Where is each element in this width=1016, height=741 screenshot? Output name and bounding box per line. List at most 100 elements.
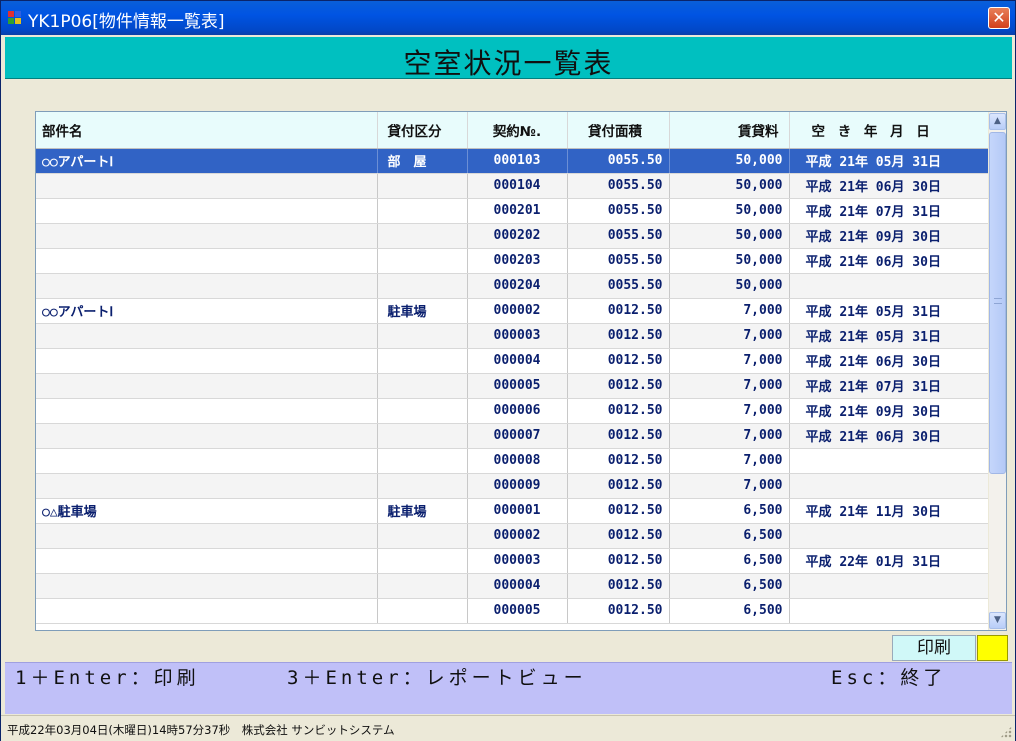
table-row[interactable]: 000204 0055.50 50,000 <box>36 273 989 299</box>
cell-area[interactable]: 0012.50 <box>567 423 670 449</box>
cell-property-name[interactable] <box>36 423 378 449</box>
table-row[interactable]: 000009 0012.50 7,000 <box>36 473 989 499</box>
cell-vacant-date[interactable]: 平成 21年 06月 30日 <box>789 348 989 374</box>
key-exit[interactable]: Esc：終了 <box>831 663 946 690</box>
column-header-area[interactable]: 貸付面積 <box>567 112 670 149</box>
cell-area[interactable]: 0012.50 <box>567 523 670 549</box>
cell-property-name[interactable] <box>36 223 378 249</box>
cell-vacant-date[interactable]: 平成 21年 06月 30日 <box>789 248 989 274</box>
table-row[interactable]: 000005 0012.50 6,500 <box>36 598 989 624</box>
cell-property-name[interactable] <box>36 273 378 299</box>
cell-rent[interactable]: 6,500 <box>669 498 790 524</box>
cell-contract-no[interactable]: 000005 <box>467 373 568 399</box>
cell-vacant-date[interactable] <box>789 273 989 299</box>
cell-property-name[interactable] <box>36 198 378 224</box>
cell-type[interactable] <box>377 198 468 224</box>
cell-type[interactable] <box>377 373 468 399</box>
cell-contract-no[interactable]: 000003 <box>467 323 568 349</box>
cell-contract-no[interactable]: 000201 <box>467 198 568 224</box>
scroll-up-icon[interactable]: ▲ <box>989 113 1006 130</box>
cell-rent[interactable]: 50,000 <box>669 148 790 174</box>
vertical-scrollbar[interactable]: ▲ ▼ <box>988 112 1006 630</box>
table-row[interactable]: 000004 0012.50 6,500 <box>36 573 989 599</box>
cell-rent[interactable]: 7,000 <box>669 323 790 349</box>
table-row[interactable]: 000104 0055.50 50,000 平成 21年 06月 30日 <box>36 173 989 199</box>
cell-property-name[interactable] <box>36 473 378 499</box>
cell-type[interactable] <box>377 473 468 499</box>
table-row[interactable]: 000003 0012.50 6,500 平成 22年 01月 31日 <box>36 548 989 574</box>
resize-grip-icon[interactable] <box>1000 726 1012 738</box>
cell-vacant-date[interactable] <box>789 573 989 599</box>
cell-area[interactable]: 0055.50 <box>567 198 670 224</box>
cell-contract-no[interactable]: 000103 <box>467 148 568 174</box>
cell-property-name[interactable] <box>36 523 378 549</box>
key-report-view[interactable]: 3＋Enter：レポートビュー <box>287 663 587 690</box>
cell-rent[interactable]: 6,500 <box>669 573 790 599</box>
cell-vacant-date[interactable]: 平成 21年 05月 31日 <box>789 148 989 174</box>
column-header-contract[interactable]: 契約№. <box>467 112 568 149</box>
cell-contract-no[interactable]: 000008 <box>467 448 568 474</box>
cell-area[interactable]: 0012.50 <box>567 598 670 624</box>
cell-type[interactable] <box>377 423 468 449</box>
cell-rent[interactable]: 7,000 <box>669 448 790 474</box>
column-header-property[interactable]: 部件名 <box>36 112 378 149</box>
cell-property-name[interactable] <box>36 373 378 399</box>
cell-property-name[interactable] <box>36 323 378 349</box>
cell-rent[interactable]: 7,000 <box>669 423 790 449</box>
scroll-down-icon[interactable]: ▼ <box>989 612 1006 629</box>
cell-area[interactable]: 0012.50 <box>567 548 670 574</box>
cell-contract-no[interactable]: 000204 <box>467 273 568 299</box>
cell-property-name[interactable] <box>36 348 378 374</box>
cell-vacant-date[interactable]: 平成 21年 05月 31日 <box>789 298 989 324</box>
cell-contract-no[interactable]: 000002 <box>467 523 568 549</box>
cell-area[interactable]: 0012.50 <box>567 398 670 424</box>
cell-contract-no[interactable]: 000203 <box>467 248 568 274</box>
table-row[interactable]: ○△駐車場 駐車場 000001 0012.50 6,500 平成 21年 11月 30日 <box>36 498 989 524</box>
cell-property-name[interactable]: ○○アパートⅠ <box>36 148 378 174</box>
cell-area[interactable]: 0012.50 <box>567 323 670 349</box>
cell-area[interactable]: 0055.50 <box>567 223 670 249</box>
cell-rent[interactable]: 7,000 <box>669 398 790 424</box>
cell-area[interactable]: 0055.50 <box>567 148 670 174</box>
table-row[interactable]: 000004 0012.50 7,000 平成 21年 06月 30日 <box>36 348 989 374</box>
cell-property-name[interactable] <box>36 448 378 474</box>
cell-rent[interactable]: 50,000 <box>669 273 790 299</box>
cell-type[interactable] <box>377 448 468 474</box>
cell-property-name[interactable]: ○○アパートⅠ <box>36 298 378 324</box>
cell-rent[interactable]: 7,000 <box>669 373 790 399</box>
vacancy-grid[interactable]: 部件名 貸付区分 契約№. 貸付面積 賃貸料 空 き 年 月 日 ○○アパートⅠ… <box>35 111 1007 631</box>
cell-property-name[interactable] <box>36 573 378 599</box>
cell-area[interactable]: 0012.50 <box>567 373 670 399</box>
cell-vacant-date[interactable]: 平成 21年 09月 30日 <box>789 398 989 424</box>
key-print[interactable]: 1＋Enter：印刷 <box>15 663 200 690</box>
cell-vacant-date[interactable] <box>789 448 989 474</box>
cell-rent[interactable]: 7,000 <box>669 298 790 324</box>
cell-area[interactable]: 0012.50 <box>567 573 670 599</box>
table-row[interactable]: ○○アパートⅠ 駐車場 000002 0012.50 7,000 平成 21年 05月 3… <box>36 298 989 324</box>
cell-type[interactable] <box>377 548 468 574</box>
cell-area[interactable]: 0012.50 <box>567 448 670 474</box>
cell-contract-no[interactable]: 000007 <box>467 423 568 449</box>
cell-area[interactable]: 0055.50 <box>567 273 670 299</box>
cell-type[interactable]: 駐車場 <box>377 298 468 324</box>
cell-property-name[interactable] <box>36 598 378 624</box>
cell-contract-no[interactable]: 000104 <box>467 173 568 199</box>
cell-vacant-date[interactable] <box>789 473 989 499</box>
cell-contract-no[interactable]: 000202 <box>467 223 568 249</box>
cell-type[interactable] <box>377 223 468 249</box>
cell-type[interactable] <box>377 523 468 549</box>
cell-type[interactable] <box>377 248 468 274</box>
cell-property-name[interactable] <box>36 173 378 199</box>
cell-type[interactable]: 駐車場 <box>377 498 468 524</box>
cell-rent[interactable]: 50,000 <box>669 173 790 199</box>
table-row[interactable]: 000202 0055.50 50,000 平成 21年 09月 30日 <box>36 223 989 249</box>
table-row[interactable]: 000005 0012.50 7,000 平成 21年 07月 31日 <box>36 373 989 399</box>
column-header-vacant-date[interactable]: 空 き 年 月 日 <box>789 112 989 149</box>
cell-area[interactable]: 0012.50 <box>567 473 670 499</box>
cell-type[interactable]: 部 屋 <box>377 148 468 174</box>
cell-contract-no[interactable]: 000003 <box>467 548 568 574</box>
cell-area[interactable]: 0012.50 <box>567 498 670 524</box>
cell-contract-no[interactable]: 000002 <box>467 298 568 324</box>
close-button[interactable]: ✕ <box>988 7 1010 29</box>
cell-area[interactable]: 0012.50 <box>567 348 670 374</box>
